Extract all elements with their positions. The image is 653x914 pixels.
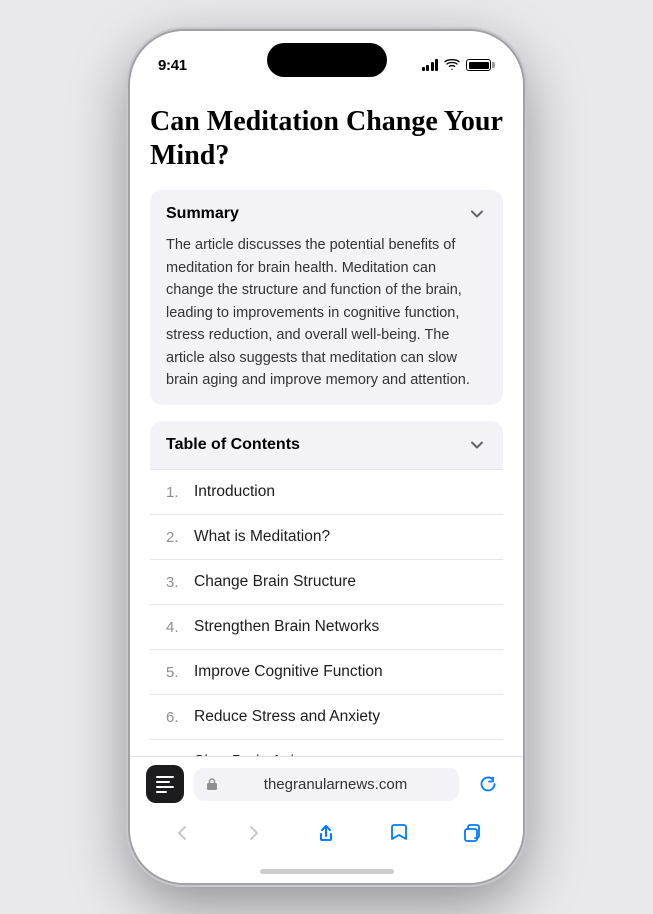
tabs-button[interactable] (449, 815, 493, 851)
wifi-icon (444, 59, 460, 71)
toc-items-list: 1. Introduction 2. What is Meditation? 3… (150, 469, 503, 756)
toc-item-label: Improve Cognitive Function (194, 663, 383, 681)
back-icon (171, 822, 193, 844)
forward-icon (243, 822, 265, 844)
toc-item[interactable]: 2. What is Meditation? (150, 514, 503, 559)
toc-item-number: 2. (166, 529, 186, 546)
scroll-content[interactable]: Can Meditation Change Your Mind? Summary… (130, 85, 523, 756)
lock-icon (206, 777, 218, 791)
toc-item-label: Change Brain Structure (194, 573, 356, 591)
toc-item[interactable]: 1. Introduction (150, 469, 503, 514)
toc-item-number: 5. (166, 664, 186, 681)
toc-item[interactable]: 7. Slow Brain Aging (150, 739, 503, 756)
article-title: Can Meditation Change Your Mind? (150, 105, 503, 172)
status-time: 9:41 (158, 57, 187, 74)
summary-card: Summary The article discusses the potent… (150, 190, 503, 405)
status-icons (422, 59, 496, 71)
bookmarks-button[interactable] (377, 815, 421, 851)
reader-button[interactable] (146, 765, 184, 803)
toc-item[interactable]: 3. Change Brain Structure (150, 559, 503, 604)
dynamic-island (267, 43, 387, 77)
summary-chevron-icon (467, 204, 487, 224)
toc-item-number: 6. (166, 709, 186, 726)
toc-heading: Table of Contents (166, 436, 300, 454)
address-text: thegranularnews.com (224, 776, 447, 793)
battery-icon (466, 59, 495, 71)
toc-item[interactable]: 5. Improve Cognitive Function (150, 649, 503, 694)
toc-item[interactable]: 4. Strengthen Brain Networks (150, 604, 503, 649)
toc-item-label: Introduction (194, 483, 275, 501)
toc-chevron-icon (467, 435, 487, 455)
summary-card-header[interactable]: Summary (166, 204, 487, 224)
home-indicator (130, 859, 523, 883)
reload-button[interactable] (469, 765, 507, 803)
bottom-bar: thegranularnews.com (130, 756, 523, 859)
forward-button[interactable] (232, 815, 276, 851)
toc-item-number: 3. (166, 574, 186, 591)
toc-item-label: Strengthen Brain Networks (194, 618, 379, 636)
toc-item-label: Reduce Stress and Anxiety (194, 708, 380, 726)
toc-header[interactable]: Table of Contents (150, 421, 503, 469)
summary-heading: Summary (166, 205, 239, 223)
share-button[interactable] (304, 815, 348, 851)
nav-row (146, 811, 507, 855)
toc-card: Table of Contents 1. Introduction 2. Wha… (150, 421, 503, 756)
toc-item-label: What is Meditation? (194, 528, 330, 546)
tabs-icon (460, 822, 482, 844)
content-area: Can Meditation Change Your Mind? Summary… (130, 85, 523, 883)
bookmarks-icon (388, 822, 410, 844)
reload-icon (478, 774, 498, 794)
toc-item[interactable]: 6. Reduce Stress and Anxiety (150, 694, 503, 739)
back-button[interactable] (160, 815, 204, 851)
home-bar (260, 869, 394, 874)
signal-bars-icon (422, 59, 439, 71)
phone-frame: 9:41 (130, 31, 523, 883)
share-icon (315, 822, 337, 844)
reader-icon (156, 776, 174, 793)
summary-body: The article discusses the potential bene… (166, 234, 487, 391)
address-bar-row: thegranularnews.com (146, 765, 507, 803)
phone-screen: 9:41 (130, 31, 523, 883)
address-field[interactable]: thegranularnews.com (194, 768, 459, 801)
toc-item-number: 1. (166, 484, 186, 501)
toc-item-number: 4. (166, 619, 186, 636)
status-bar: 9:41 (130, 31, 523, 85)
